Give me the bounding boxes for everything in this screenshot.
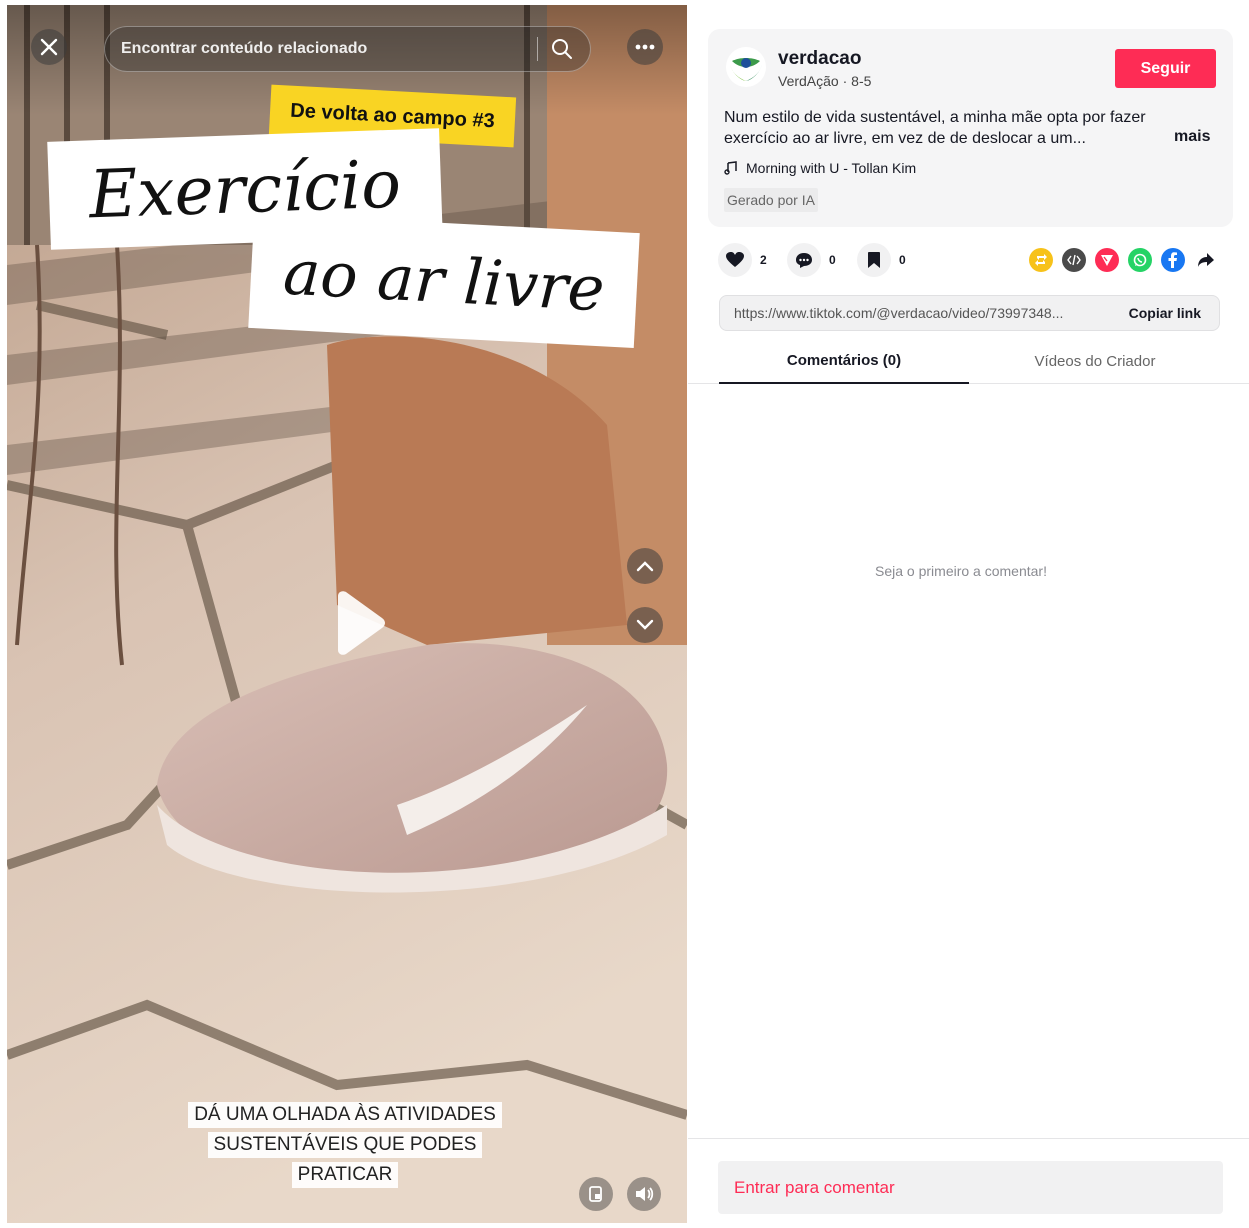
video-link-url[interactable]: https://www.tiktok.com/@verdacao/video/7… [734, 305, 1129, 321]
more-share-button[interactable] [1194, 248, 1218, 272]
video-caption: DÁ UMA OLHADA ÀS ATIVIDADES SUSTENTÁVEIS… [157, 1100, 533, 1190]
like-action[interactable]: 2 [718, 243, 767, 277]
caption-line: PRATICAR [291, 1162, 399, 1188]
related-search-bar[interactable]: Encontrar conteúdo relacionado [104, 26, 591, 72]
music-link[interactable]: Morning with U - Tollan Kim [724, 160, 916, 176]
video-title-line2: ao ar livre [248, 212, 640, 349]
login-to-comment-link[interactable]: Entrar para comentar [734, 1178, 895, 1198]
no-comments-message: Seja o primeiro a comentar! [875, 563, 1047, 579]
caption-line: DÁ UMA OLHADA ÀS ATIVIDADES [188, 1102, 502, 1128]
whatsapp-icon [1133, 253, 1147, 267]
repost-button[interactable] [1029, 248, 1053, 272]
embed-button[interactable] [1062, 248, 1086, 272]
avatar[interactable] [726, 47, 766, 87]
embed-icon [1067, 254, 1081, 266]
next-video-button[interactable] [627, 607, 663, 643]
like-count: 2 [760, 253, 767, 267]
save-button[interactable] [857, 243, 891, 277]
search-input[interactable]: Encontrar conteúdo relacionado [121, 40, 537, 58]
more-icon [635, 44, 655, 50]
tab-creator-videos[interactable]: Vídeos do Criador [970, 338, 1220, 384]
picture-in-picture-button[interactable] [579, 1177, 613, 1211]
send-to-friend-button[interactable] [1095, 248, 1119, 272]
video-player[interactable]: Encontrar conteúdo relacionado De volta … [7, 5, 687, 1223]
divider [688, 1138, 1249, 1139]
search-divider [537, 37, 538, 61]
login-to-comment-box[interactable]: Entrar para comentar [718, 1161, 1223, 1214]
save-count: 0 [899, 253, 906, 267]
ai-generated-label: Gerado por IA [724, 188, 818, 212]
music-note-icon [724, 161, 737, 175]
comment-icon [796, 252, 812, 268]
username[interactable]: verdacao [778, 48, 861, 70]
like-button[interactable] [718, 243, 752, 277]
play-icon[interactable] [320, 588, 390, 658]
follow-button[interactable]: Seguir [1115, 49, 1216, 88]
close-button[interactable] [31, 29, 67, 65]
volume-icon [636, 1187, 654, 1201]
post-info-card: verdacao VerdAção · 8-5 Seguir Num estil… [708, 29, 1233, 227]
facebook-share-button[interactable] [1161, 248, 1185, 272]
save-action[interactable]: 0 [857, 243, 906, 277]
comment-button[interactable] [787, 243, 821, 277]
close-icon [40, 38, 58, 56]
repost-icon [1035, 254, 1047, 266]
verdacao-logo-icon [730, 58, 762, 81]
heart-icon [726, 252, 744, 267]
comment-action[interactable]: 0 [787, 243, 836, 277]
share-arrow-icon [1198, 253, 1214, 267]
description-more-link[interactable]: mais [1174, 128, 1210, 146]
search-icon[interactable] [550, 37, 574, 61]
copy-link-button[interactable]: Copiar link [1129, 305, 1201, 321]
facebook-icon [1168, 252, 1177, 268]
comment-count: 0 [829, 253, 836, 267]
send-icon [1101, 255, 1113, 266]
whatsapp-share-button[interactable] [1128, 248, 1152, 272]
video-link-box: https://www.tiktok.com/@verdacao/video/7… [719, 295, 1220, 331]
volume-button[interactable] [627, 1177, 661, 1211]
post-description: Num estilo de vida sustentável, a minha … [724, 109, 1146, 147]
caption-line: SUSTENTÁVEIS QUE PODES [207, 1132, 483, 1158]
tab-comments[interactable]: Comentários (0) [719, 338, 969, 384]
picture-in-picture-icon [589, 1186, 602, 1202]
more-options-button[interactable] [627, 29, 663, 65]
music-title: Morning with U - Tollan Kim [746, 160, 917, 176]
content-tabs: Comentários (0) Vídeos do Criador [688, 338, 1249, 384]
tiktok-video-page: Encontrar conteúdo relacionado De volta … [0, 0, 1249, 1228]
display-name-date: VerdAção · 8-5 [778, 73, 872, 89]
chevron-down-icon [636, 619, 654, 630]
bookmark-icon [868, 252, 880, 268]
